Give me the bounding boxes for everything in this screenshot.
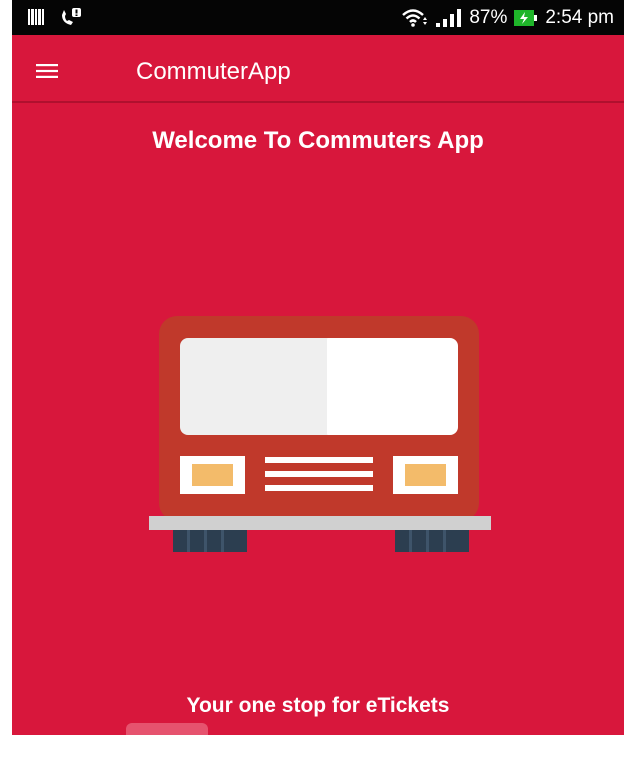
missed-call-icon [60,7,82,27]
signal-icon [436,9,462,27]
app-screen: 87% 2:54 pm CommuterApp Welcome To Commu… [12,0,624,735]
battery-charging-icon [514,9,538,27]
wifi-icon [401,8,429,28]
status-left-icons [28,7,82,27]
barcode-icon [28,9,44,25]
tagline: Your one stop for eTickets [186,694,450,717]
hamburger-menu-icon [36,63,58,83]
welcome-heading: Welcome To Commuters App [152,127,484,154]
status-time: 2:54 pm [545,7,614,28]
status-bar: 87% 2:54 pm [12,0,624,35]
status-right-icons: 87% 2:54 pm [401,7,614,29]
battery-percent: 87% [469,7,508,28]
scroll-indicator[interactable] [126,723,208,735]
app-title: CommuterApp [136,58,291,85]
bus-icon [149,316,491,552]
menu-button[interactable] [36,53,76,93]
app-bar: CommuterApp [12,35,624,103]
